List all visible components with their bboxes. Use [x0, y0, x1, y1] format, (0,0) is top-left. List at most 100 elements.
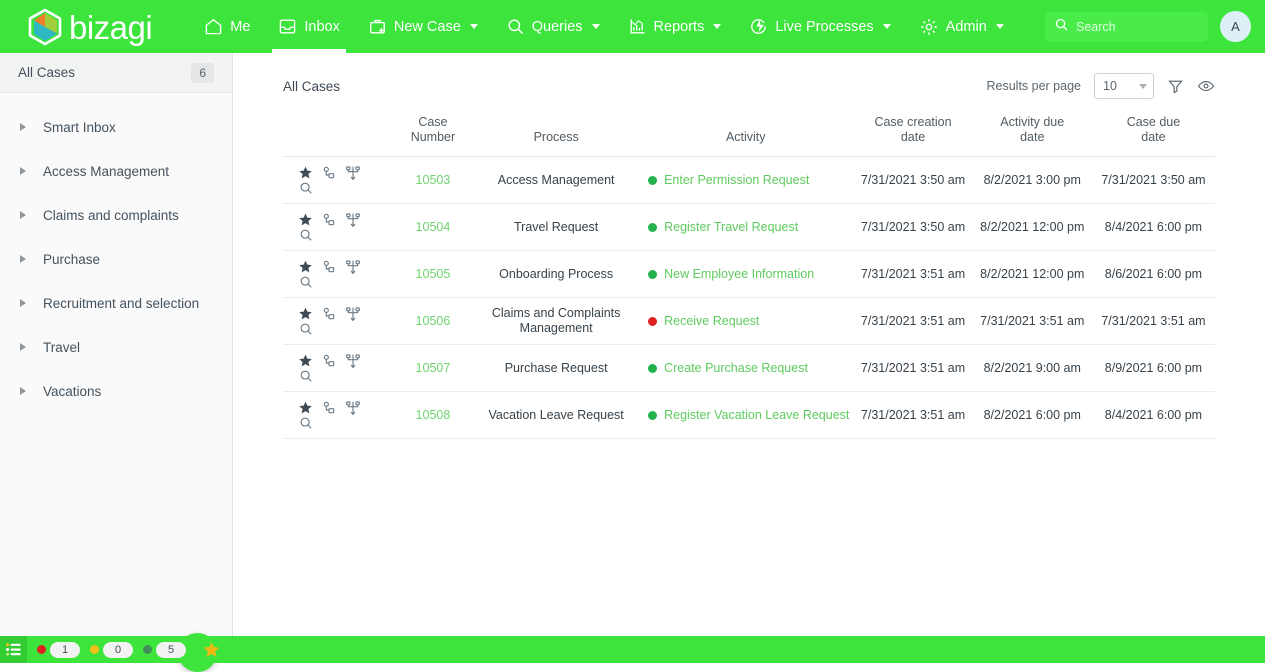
nav-item-queries[interactable]: Queries	[492, 0, 614, 53]
col-header-activity-due-date[interactable]: Activity due date	[972, 109, 1092, 157]
related-cases-icon[interactable]	[321, 259, 337, 275]
table-row[interactable]: 10505 Onboarding Process New Employee Info…	[283, 250, 1215, 298]
activity-link[interactable]: Enter Permission Request	[664, 173, 809, 188]
magnifier-icon[interactable]	[299, 322, 313, 336]
funnel-filter-icon[interactable]	[1167, 78, 1184, 95]
status-dot	[648, 175, 658, 185]
sidebar-item-claims-and-complaints[interactable]: Claims and complaints	[0, 193, 232, 237]
star-icon	[299, 401, 312, 414]
process-diagram-icon[interactable]	[345, 165, 361, 181]
sidebar: All Cases 6 Smart Inbox Access Managemen…	[0, 53, 233, 672]
activity-cell: New Employee Information	[638, 250, 854, 298]
process-diagram-icon	[346, 401, 360, 416]
sidebar-item-label: Access Management	[43, 163, 170, 179]
table-row[interactable]: 10508 Vacation Leave Request Register Vaca…	[283, 391, 1215, 439]
cases-table-head: Case Number Process Activity Case creati…	[283, 109, 1215, 157]
activity-link[interactable]: Register Vacation Leave Request	[664, 408, 849, 423]
nav-item-new-case[interactable]: New Case	[354, 0, 492, 53]
activity-due-date-cell: 8/2/2021 3:00 pm	[972, 156, 1092, 204]
related-cases-icon[interactable]	[321, 353, 337, 369]
table-row[interactable]: 10506 Claims and Complaints Management Rec…	[283, 297, 1215, 345]
results-per-page-select[interactable]: 10	[1094, 73, 1154, 99]
nav-item-live-processes[interactable]: Live Processes	[735, 0, 904, 53]
col-header-case-due-date[interactable]: Case due date	[1091, 109, 1215, 157]
activity-link[interactable]: Create Purchase Request	[664, 361, 808, 376]
main-nav: Me Inbox New Case Queries Reports Live P…	[190, 0, 1018, 53]
related-cases-icon[interactable]	[321, 400, 337, 416]
nav-item-inbox[interactable]: Inbox	[264, 0, 353, 53]
case-number-link[interactable]: 10508	[416, 408, 451, 422]
col-header-case-number[interactable]: Case Number	[391, 109, 475, 157]
brand[interactable]: bizagi	[28, 8, 153, 46]
col-header-process[interactable]: Process	[474, 109, 639, 157]
magnifier-icon[interactable]	[299, 369, 313, 383]
nav-item-me[interactable]: Me	[190, 0, 264, 53]
col-header-activity-label: Activity	[725, 130, 766, 144]
activity-link[interactable]: New Employee Information	[664, 267, 814, 282]
process-diagram-icon[interactable]	[345, 400, 361, 416]
table-row[interactable]: 10503 Access Management Enter Permission R…	[283, 156, 1215, 204]
star-icon[interactable]	[298, 212, 313, 227]
sidebar-item-purchase[interactable]: Purchase	[0, 237, 232, 281]
process-diagram-icon[interactable]	[345, 306, 361, 322]
status-counter-overdue[interactable]: 1	[37, 641, 80, 658]
related-cases-icon[interactable]	[321, 165, 337, 181]
col-header-case-creation-date[interactable]: Case creation date	[853, 109, 973, 157]
status-counter-at-risk[interactable]: 0	[90, 641, 133, 658]
process-diagram-icon[interactable]	[345, 212, 361, 228]
star-icon[interactable]	[298, 259, 313, 274]
table-row[interactable]: 10507 Purchase Request Create Purchase Req…	[283, 344, 1215, 392]
col-header-ccd-l2: date	[900, 130, 926, 144]
related-cases-icon	[323, 354, 335, 367]
row-action-icons	[287, 259, 388, 289]
magnifier-icon[interactable]	[299, 181, 313, 195]
sidebar-list: Smart Inbox Access Management Claims and…	[0, 93, 232, 413]
sidebar-item-vacations[interactable]: Vacations	[0, 369, 232, 413]
sidebar-item-access-management[interactable]: Access Management	[0, 149, 232, 193]
case-due-date-cell: 8/9/2021 6:00 pm	[1091, 344, 1215, 392]
magnifier-icon[interactable]	[299, 416, 313, 430]
list-toggle-icon[interactable]	[0, 636, 27, 663]
avatar[interactable]: A	[1220, 11, 1251, 42]
sidebar-item-recruitment-and-selection[interactable]: Recruitment and selection	[0, 281, 232, 325]
process-diagram-icon[interactable]	[345, 353, 361, 369]
chevron-right-icon	[20, 167, 26, 175]
activity-link[interactable]: Receive Request	[664, 314, 759, 329]
magnifier-icon	[300, 276, 312, 288]
case-number-link[interactable]: 10507	[416, 361, 451, 375]
related-cases-icon[interactable]	[321, 306, 337, 322]
search-box[interactable]	[1045, 11, 1208, 42]
table-row[interactable]: 10504 Travel Request Register Travel Reque…	[283, 203, 1215, 251]
activity-cell: Create Purchase Request	[638, 344, 854, 392]
process-diagram-icon	[346, 354, 360, 369]
star-icon[interactable]	[298, 353, 313, 368]
eye-icon[interactable]	[1197, 77, 1215, 95]
nav-item-admin[interactable]: Admin	[905, 0, 1018, 53]
sidebar-item-smart-inbox[interactable]: Smart Inbox	[0, 105, 232, 149]
search-input[interactable]	[1076, 19, 1196, 34]
case-number-link[interactable]: 10505	[416, 267, 451, 281]
col-header-activity[interactable]: Activity	[638, 109, 854, 157]
case-number-link[interactable]: 10503	[416, 173, 451, 187]
process-diagram-icon[interactable]	[345, 259, 361, 275]
magnifier-icon	[300, 417, 312, 429]
magnifier-icon[interactable]	[299, 275, 313, 289]
case-number-link[interactable]: 10504	[416, 220, 451, 234]
activity-link[interactable]: Register Travel Request	[664, 220, 798, 235]
status-counter-on-time[interactable]: 5	[143, 641, 186, 658]
header-search-area	[1045, 11, 1208, 42]
magnifier-icon[interactable]	[299, 228, 313, 242]
nav-item-me-label: Me	[230, 18, 251, 35]
status-dot	[648, 222, 658, 232]
star-icon[interactable]	[298, 165, 313, 180]
case-number-link[interactable]: 10506	[416, 314, 451, 328]
sidebar-header[interactable]: All Cases 6	[0, 53, 232, 93]
star-icon[interactable]	[298, 306, 313, 321]
related-cases-icon	[323, 307, 335, 320]
star-icon[interactable]	[298, 400, 313, 415]
status-dot	[648, 269, 658, 279]
related-cases-icon[interactable]	[321, 212, 337, 228]
sidebar-item-travel[interactable]: Travel	[0, 325, 232, 369]
favorites-star-icon[interactable]	[202, 640, 221, 659]
nav-item-reports[interactable]: Reports	[614, 0, 736, 53]
